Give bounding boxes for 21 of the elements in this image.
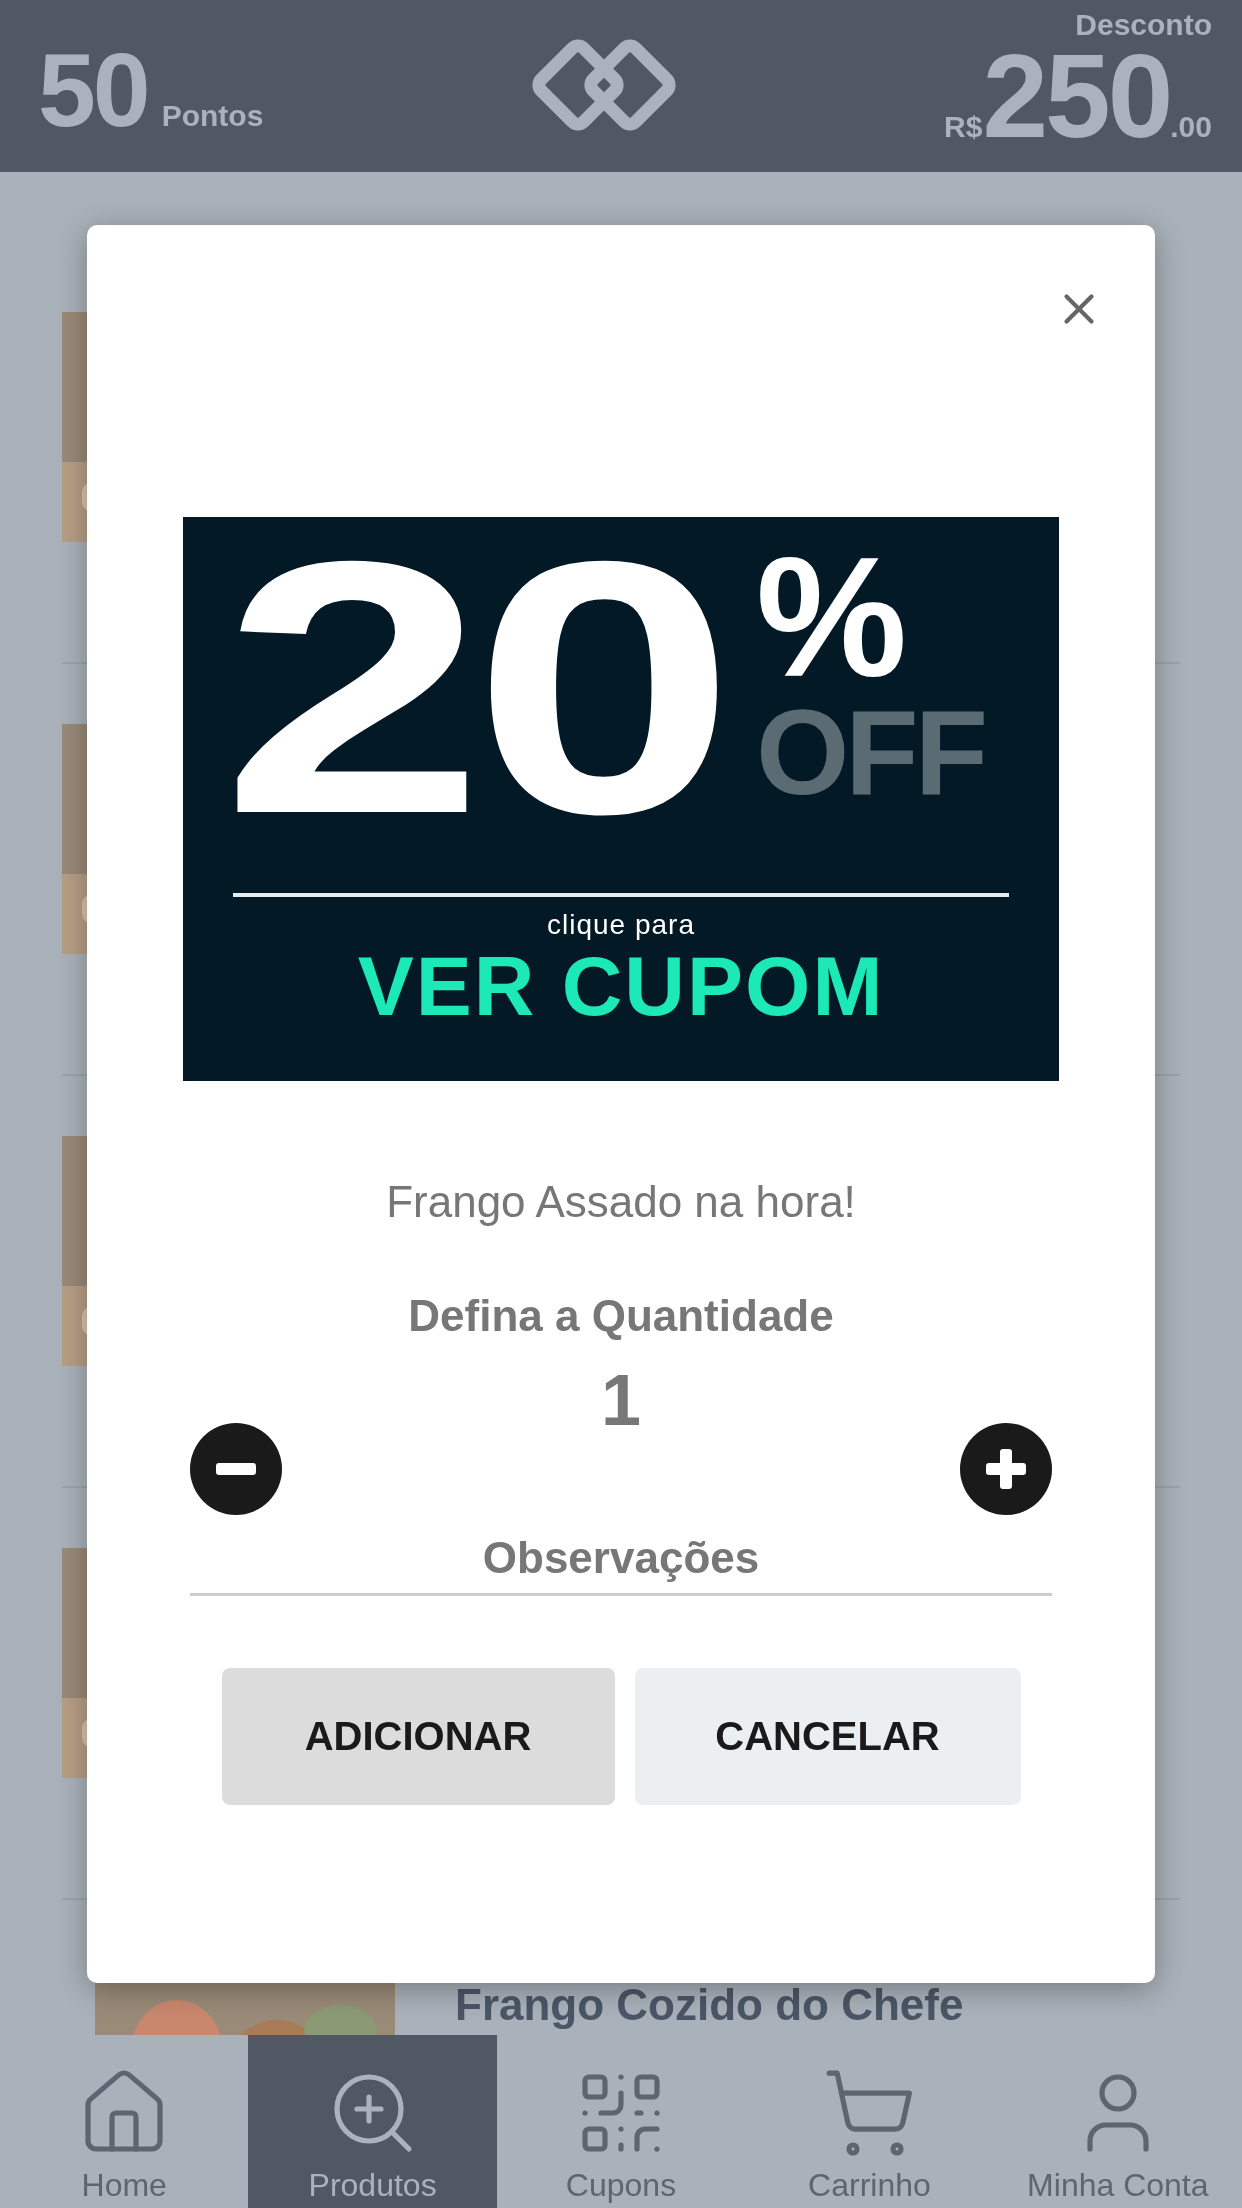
add-button[interactable]: ADICIONAR (221, 1668, 615, 1805)
banner-off: OFF (756, 697, 984, 807)
quantity-label: Defina a Quantidade (408, 1291, 834, 1341)
currency-symbol: R$ (944, 110, 983, 144)
nav-tab[interactable]: Minha Conta (993, 2035, 1242, 2208)
banner-cta: VER CUPOM (357, 941, 885, 1031)
minus-icon (216, 1463, 256, 1475)
nav-tab[interactable]: Carrinho (745, 2035, 994, 2208)
discount-cents: .00 (1170, 110, 1212, 144)
quantity-value: 1 (600, 1359, 641, 1441)
nav-tab[interactable]: Cupons (496, 2035, 746, 2208)
product-name: Frango Assado na hora! (386, 1177, 856, 1227)
banner-percent: % (756, 537, 908, 697)
banner-number: 20 (221, 537, 725, 837)
nav-tab[interactable]: Produtos (248, 2035, 497, 2208)
banner-caption: clique para (547, 909, 695, 941)
product-title: Frango Cozido do Chefe (455, 1980, 964, 2030)
cancel-button[interactable]: CANCELAR (634, 1668, 1021, 1805)
points-value: 50 (38, 30, 148, 150)
nav-tab[interactable]: Home (0, 2035, 249, 2208)
points-label: Pontos (161, 98, 264, 133)
